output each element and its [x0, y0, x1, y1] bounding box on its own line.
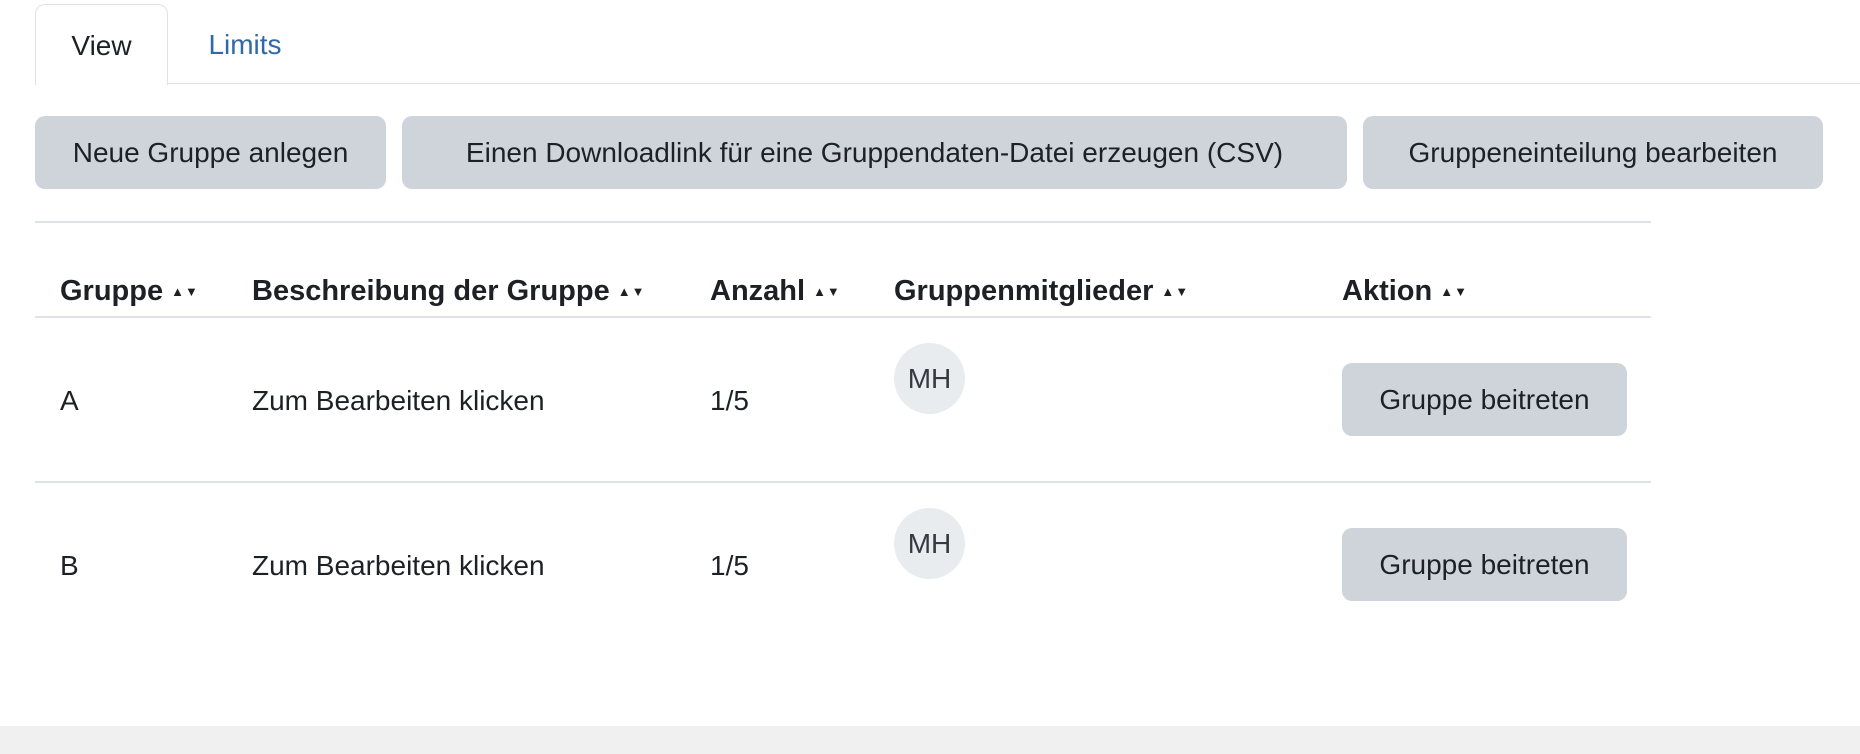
cell-group: B	[60, 550, 79, 581]
header-aktion[interactable]: Aktion ▲▼	[1342, 271, 1468, 311]
cell-description[interactable]: Zum Bearbeiten klicken	[252, 546, 545, 586]
cell-group: A	[60, 385, 79, 416]
avatar[interactable]: MH	[894, 343, 965, 414]
download-csv-button[interactable]: Einen Downloadlink für eine Gruppendaten…	[402, 116, 1347, 189]
new-group-button[interactable]: Neue Gruppe anlegen	[35, 116, 386, 189]
header-anzahl[interactable]: Anzahl ▲▼	[710, 271, 841, 311]
header-mitglieder-label: Gruppenmitglieder	[894, 275, 1154, 307]
sort-icon[interactable]: ▲▼	[813, 272, 841, 312]
table-top-border	[35, 221, 1651, 223]
tab-bar: View Limits	[35, 0, 1860, 85]
row-divider	[35, 481, 1651, 483]
header-aktion-label: Aktion	[1342, 275, 1433, 307]
header-beschreibung[interactable]: Beschreibung der Gruppe ▲▼	[252, 271, 645, 311]
tab-limits[interactable]: Limits	[168, 4, 322, 85]
header-gruppe-label: Gruppe	[60, 275, 164, 307]
tab-view[interactable]: View	[35, 4, 168, 85]
join-group-button[interactable]: Gruppe beitreten	[1342, 528, 1627, 601]
header-beschreibung-label: Beschreibung der Gruppe	[252, 275, 610, 307]
header-mitglieder[interactable]: Gruppenmitglieder ▲▼	[894, 271, 1189, 311]
sort-icon[interactable]: ▲▼	[1161, 272, 1189, 312]
cell-count: 1/5	[710, 385, 749, 416]
sort-icon[interactable]: ▲▼	[171, 272, 199, 312]
page: View Limits Neue Gruppe anlegen Einen Do…	[0, 0, 1860, 754]
footer-band	[0, 726, 1860, 754]
avatar[interactable]: MH	[894, 508, 965, 579]
header-gruppe[interactable]: Gruppe ▲▼	[60, 271, 199, 311]
sort-icon[interactable]: ▲▼	[618, 272, 646, 312]
join-group-button[interactable]: Gruppe beitreten	[1342, 363, 1627, 436]
cell-count: 1/5	[710, 550, 749, 581]
cell-description[interactable]: Zum Bearbeiten klicken	[252, 381, 545, 421]
header-anzahl-label: Anzahl	[710, 275, 806, 307]
header-bottom-border	[35, 316, 1651, 318]
edit-grouping-button[interactable]: Gruppeneinteilung bearbeiten	[1363, 116, 1823, 189]
sort-icon[interactable]: ▲▼	[1440, 272, 1468, 312]
